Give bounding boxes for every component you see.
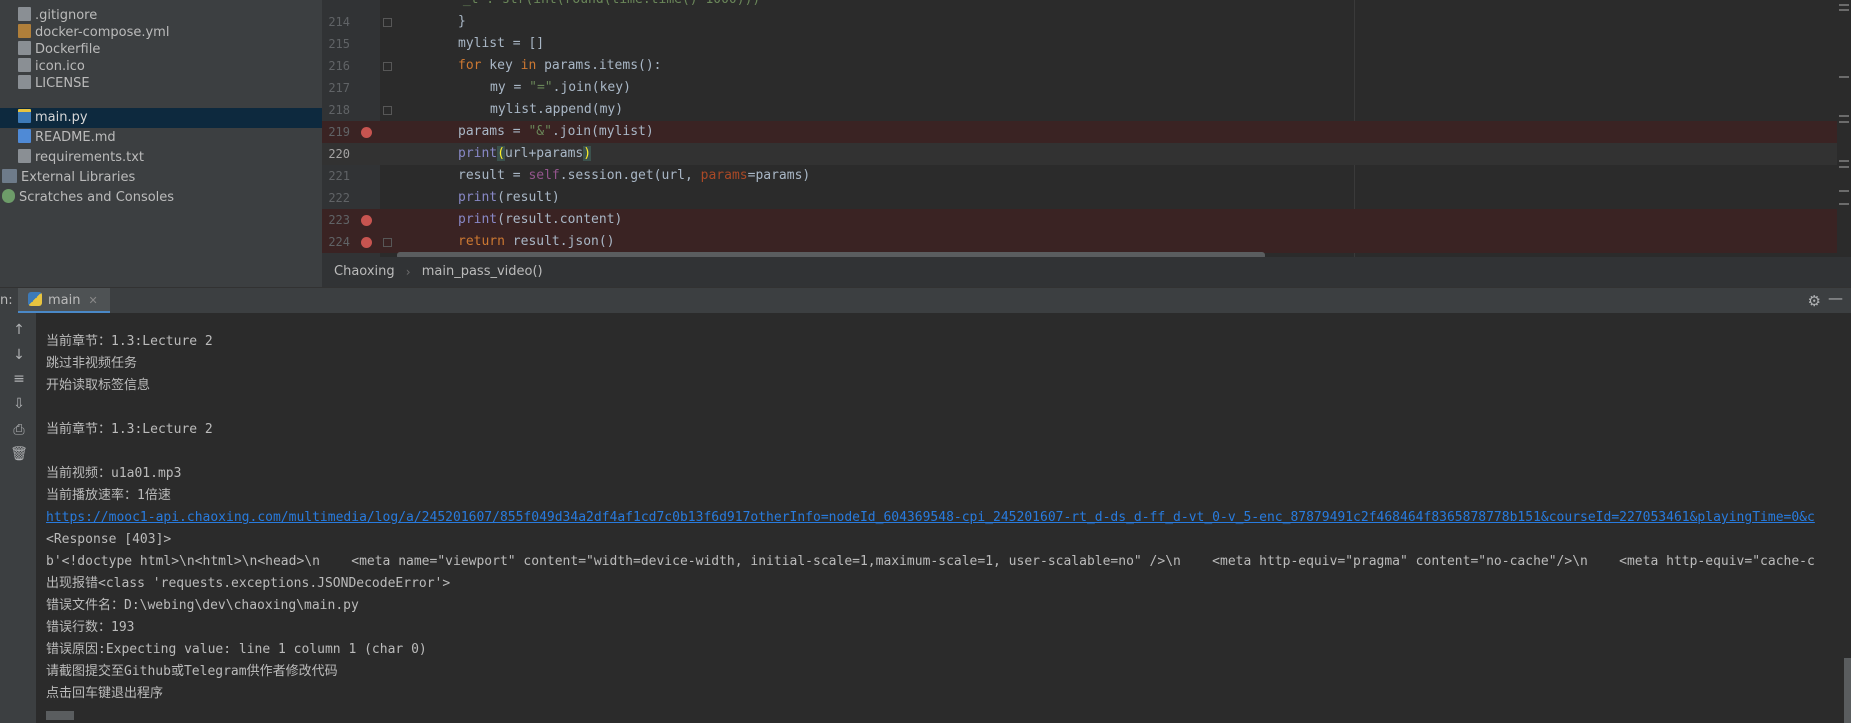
stripe-mark[interactable]: [1839, 121, 1849, 123]
print-result-code: print(result): [458, 190, 560, 205]
run-panel-header: n: main ✕ ⚙ —: [0, 287, 1851, 314]
stripe-mark[interactable]: [1839, 160, 1849, 162]
arrow-down-icon[interactable]: ↓: [10, 346, 28, 364]
stripe-mark[interactable]: [1839, 115, 1849, 117]
file-icon: [18, 41, 31, 55]
stripe-mark[interactable]: [1839, 4, 1849, 6]
run-toolbar: ↑ ↓ ≡ ⇩ ⎙ 🗑: [0, 313, 36, 723]
soft-wrap-icon[interactable]: ≡: [10, 370, 28, 388]
code-line: 217 my = "=".join(key): [322, 77, 1851, 99]
stripe-mark[interactable]: [1839, 76, 1849, 78]
run-label: n:: [0, 293, 13, 308]
error-stripe[interactable]: [1837, 0, 1851, 257]
file-icon: [18, 7, 31, 21]
markdown-file-icon: [18, 129, 31, 143]
console-line: 请截图提交至Github或Telegram供作者修改代码: [46, 664, 338, 679]
breakpoint-icon[interactable]: [361, 127, 372, 138]
console-line: 错误文件名：D:\webing\dev\chaoxing\main.py: [46, 598, 359, 613]
project-tree: .gitignore docker-compose.yml Dockerfile…: [0, 0, 322, 287]
python-file-icon: [18, 109, 31, 123]
print-icon[interactable]: ⎙: [10, 421, 28, 439]
console-line: 错误原因:Expecting value: line 1 column 1 (c…: [46, 642, 427, 657]
yaml-file-icon: [18, 24, 31, 38]
fold-marker-icon[interactable]: [383, 62, 392, 71]
stripe-mark[interactable]: [1839, 203, 1849, 205]
code-line-breakpoint: 219 params = "&".join(mylist): [322, 121, 1851, 143]
tree-item-readme[interactable]: README.md: [18, 128, 116, 148]
join-key-code: my = "=".join(key): [490, 80, 631, 95]
console-line: 当前播放速率：1倍速: [46, 488, 171, 503]
image-file-icon: [18, 58, 31, 72]
scratches-icon: [2, 189, 15, 203]
library-icon: [2, 169, 17, 183]
console-vertical-scrollbar[interactable]: [1844, 658, 1851, 723]
code-line: 216 for key in params.items():: [322, 55, 1851, 77]
file-icon: [18, 75, 31, 89]
console-line: 跳过非视频任务: [46, 356, 138, 371]
tree-item-license[interactable]: LICENSE: [18, 74, 90, 94]
console-line: <Response [403]>: [46, 532, 172, 547]
code-line: 215 mylist = []: [328, 36, 545, 51]
console-line: 当前章节：1.3:Lecture 2: [46, 422, 213, 437]
scroll-to-end-icon[interactable]: ⇩: [10, 395, 28, 413]
console-line: 错误行数：193: [46, 620, 135, 635]
code-line: 214 }: [328, 14, 466, 29]
console-url-link[interactable]: https://mooc1-api.chaoxing.com/multimedi…: [46, 507, 1815, 529]
chevron-right-icon: ›: [405, 265, 411, 279]
code-line: 222 print(result): [322, 187, 1851, 209]
console-line: 出现报错<class 'requests.exceptions.JSONDeco…: [46, 576, 451, 591]
code-line-breakpoint: 224 return result.json(): [322, 231, 1851, 253]
gear-icon[interactable]: ⚙: [1808, 292, 1821, 310]
console-line: 开始读取标签信息: [46, 378, 151, 393]
console-output[interactable]: 当前章节：1.3:Lecture 2 跳过非视频任务 开始读取标签信息 当前章节…: [36, 313, 1851, 723]
code-line-current: 220 print(url+params): [322, 143, 1851, 165]
minimize-icon[interactable]: —: [1828, 289, 1843, 307]
stripe-mark[interactable]: [1839, 190, 1849, 192]
python-icon: [28, 292, 42, 306]
arrow-up-icon[interactable]: ↑: [10, 321, 28, 339]
stripe-mark[interactable]: [1839, 166, 1849, 168]
print-content-code: print(result.content): [458, 212, 623, 227]
tree-item-external-libraries[interactable]: External Libraries: [2, 168, 135, 188]
breadcrumb: Chaoxing › main_pass_video(): [322, 257, 1851, 287]
tree-item-scratches[interactable]: Scratches and Consoles: [2, 188, 174, 208]
session-get-code: result = self.session.get(url, params=pa…: [458, 168, 811, 183]
breakpoint-icon[interactable]: [361, 237, 372, 248]
breakpoint-icon[interactable]: [361, 215, 372, 226]
breadcrumb-item-file[interactable]: Chaoxing: [334, 264, 395, 279]
console-line: 当前章节：1.3:Lecture 2: [46, 334, 213, 349]
stripe-mark[interactable]: [1839, 9, 1849, 11]
console-line: b'<!doctype html>\n<html>\n<head>\n <met…: [46, 554, 1815, 569]
trash-icon[interactable]: 🗑: [10, 445, 28, 463]
for-loop-code: for key in params.items():: [458, 58, 662, 73]
return-json-code: return result.json(): [458, 234, 615, 249]
tree-item-requirements[interactable]: requirements.txt: [18, 148, 144, 168]
fold-marker-icon[interactable]: [383, 238, 392, 247]
console-horizontal-scrollbar[interactable]: [46, 711, 74, 720]
console-line: 当前视频：u1a01.mp3: [46, 466, 182, 481]
print-url-code: print(url+params): [458, 146, 592, 161]
fold-marker-icon[interactable]: [383, 106, 392, 115]
text-file-icon: [18, 149, 31, 163]
code-line: 218 mylist.append(my): [328, 102, 624, 117]
code-line-breakpoint: 223 print(result.content): [322, 209, 1851, 231]
params-join-code: params = "&".join(mylist): [458, 124, 654, 139]
run-tab-main[interactable]: main ✕: [18, 288, 110, 314]
close-icon[interactable]: ✕: [88, 294, 97, 307]
fold-marker-icon[interactable]: [383, 18, 392, 27]
tree-item-main-py[interactable]: main.py: [18, 108, 88, 128]
code-line: "_t": str(int(round(time.time()*1000))): [322, 0, 1851, 11]
code-line: 221 result = self.session.get(url, param…: [322, 165, 1851, 187]
code-editor[interactable]: "_t": str(int(round(time.time()*1000))) …: [322, 0, 1851, 257]
console-line: 点击回车键退出程序: [46, 686, 164, 701]
breadcrumb-item-function[interactable]: main_pass_video(): [422, 264, 543, 279]
